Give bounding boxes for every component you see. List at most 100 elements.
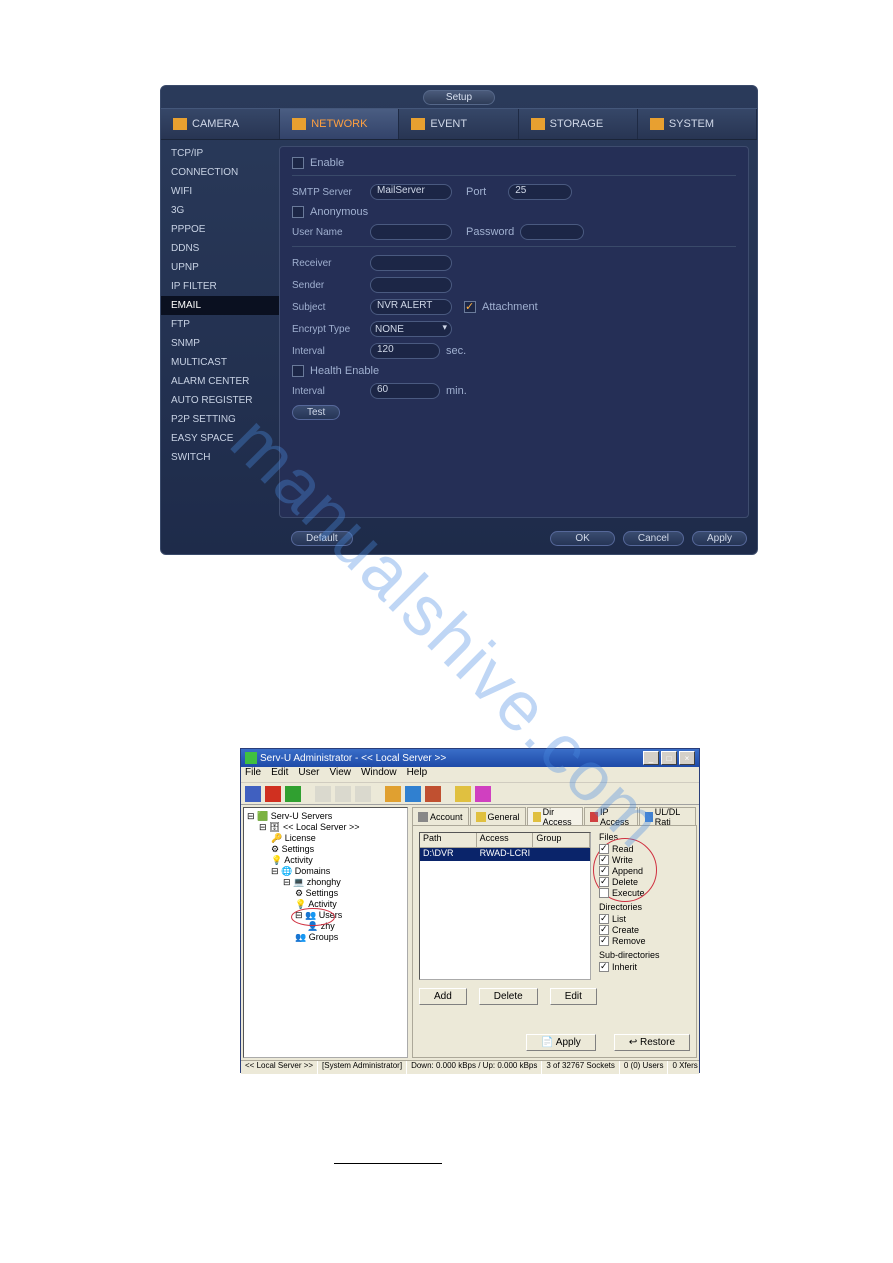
tab-diraccess[interactable]: Dir Access	[527, 807, 583, 825]
tab-camera-label: CAMERA	[192, 118, 239, 130]
tab-event[interactable]: EVENT	[399, 109, 518, 139]
tree-domain1[interactable]: ⊟ 💻 zhonghy	[247, 877, 404, 888]
sidebar-item-tcpip[interactable]: TCP/IP	[161, 144, 279, 163]
sidebar-item-ddns[interactable]: DDNS	[161, 239, 279, 258]
gear-icon[interactable]	[425, 786, 441, 802]
delete-icon[interactable]	[265, 786, 281, 802]
tree-d-settings[interactable]: ⚙ Settings	[247, 888, 404, 899]
delete-perm-checkbox[interactable]	[599, 877, 609, 887]
sidebar-item-multicast[interactable]: MULTICAST	[161, 353, 279, 372]
tree-root[interactable]: ⊟ 🟩 Serv-U Servers	[247, 811, 404, 822]
path-list[interactable]: Path Access Group D:\DVR RWAD-LCRI	[419, 832, 591, 980]
apply-button[interactable]: Apply	[692, 531, 747, 546]
tree-activity[interactable]: 💡 Activity	[247, 855, 404, 866]
encrypt-select[interactable]: NONE	[370, 321, 452, 337]
wizard-icon[interactable]	[385, 786, 401, 802]
sidebar-item-3g[interactable]: 3G	[161, 201, 279, 220]
health-checkbox[interactable]	[292, 365, 304, 377]
sidebar-item-connection[interactable]: CONNECTION	[161, 163, 279, 182]
refresh-icon[interactable]	[285, 786, 301, 802]
tree-groups[interactable]: 👥 Groups	[247, 932, 404, 943]
tree-license[interactable]: 🔑 License	[247, 833, 404, 844]
cut-icon[interactable]	[315, 786, 331, 802]
tab-uldl[interactable]: UL/DL Rati	[639, 807, 696, 825]
anonymous-checkbox[interactable]	[292, 206, 304, 218]
apply-button-servu[interactable]: 📄 Apply	[526, 1034, 596, 1051]
sidebar-item-upnp[interactable]: UPNP	[161, 258, 279, 277]
receiver-input[interactable]	[370, 255, 452, 271]
menu-edit[interactable]: Edit	[271, 767, 288, 782]
paste-icon[interactable]	[355, 786, 371, 802]
enable-checkbox[interactable]	[292, 157, 304, 169]
tree-users[interactable]: ⊟ 👥 Users	[247, 910, 404, 921]
username-input[interactable]	[370, 224, 452, 240]
edit-button[interactable]: Edit	[550, 988, 597, 1005]
save-icon[interactable]	[245, 786, 261, 802]
close-button[interactable]: ×	[679, 751, 695, 765]
tree-localserver[interactable]: ⊟ 🗄 << Local Server >>	[247, 822, 404, 833]
tab-general[interactable]: General	[470, 807, 526, 825]
add-button[interactable]: Add	[419, 988, 467, 1005]
list-row[interactable]: D:\DVR RWAD-LCRI	[420, 848, 590, 861]
list-checkbox[interactable]	[599, 914, 609, 924]
read-checkbox[interactable]	[599, 844, 609, 854]
tab-camera[interactable]: CAMERA	[161, 109, 280, 139]
sidebar-item-autoregister[interactable]: AUTO REGISTER	[161, 391, 279, 410]
minimize-button[interactable]: _	[643, 751, 659, 765]
tab-storage[interactable]: STORAGE	[519, 109, 638, 139]
col-path[interactable]: Path	[420, 833, 477, 847]
attachment-checkbox[interactable]	[464, 301, 476, 313]
sidebar-item-email[interactable]: EMAIL	[161, 296, 279, 315]
append-checkbox[interactable]	[599, 866, 609, 876]
ok-button[interactable]: OK	[550, 531, 614, 546]
tab-account[interactable]: Account	[412, 807, 469, 825]
servu-tree[interactable]: ⊟ 🟩 Serv-U Servers ⊟ 🗄 << Local Server >…	[243, 807, 408, 1058]
sidebar-item-pppoe[interactable]: PPPOE	[161, 220, 279, 239]
tree-user1[interactable]: 👤 zhy	[247, 921, 404, 932]
tree-settings[interactable]: ⚙ Settings	[247, 844, 404, 855]
smtp-server-input[interactable]: MailServer	[370, 184, 452, 200]
execute-checkbox[interactable]	[599, 888, 609, 898]
col-access[interactable]: Access	[477, 833, 534, 847]
info-icon[interactable]	[405, 786, 421, 802]
tree-domains[interactable]: ⊟ 🌐 Domains	[247, 866, 404, 877]
interval2-input[interactable]: 60	[370, 383, 440, 399]
inherit-checkbox[interactable]	[599, 962, 609, 972]
menu-file[interactable]: File	[245, 767, 261, 782]
tree-d-activity[interactable]: 💡 Activity	[247, 899, 404, 910]
create-checkbox[interactable]	[599, 925, 609, 935]
write-checkbox[interactable]	[599, 855, 609, 865]
menu-window[interactable]: Window	[361, 767, 397, 782]
interval1-input[interactable]: 120	[370, 343, 440, 359]
sidebar-item-p2p[interactable]: P2P SETTING	[161, 410, 279, 429]
cancel-button[interactable]: Cancel	[623, 531, 684, 546]
tab-network[interactable]: NETWORK	[280, 109, 399, 139]
status-speed: Down: 0.000 kBps / Up: 0.000 kBps	[407, 1061, 542, 1074]
sidebar-item-switch[interactable]: SWITCH	[161, 448, 279, 467]
subject-input[interactable]: NVR ALERT	[370, 299, 452, 315]
tab-ipaccess[interactable]: IP Access	[584, 807, 638, 825]
maximize-button[interactable]: □	[661, 751, 677, 765]
restore-button[interactable]: ↩ Restore	[614, 1034, 690, 1051]
password-input[interactable]	[520, 224, 584, 240]
remove-checkbox[interactable]	[599, 936, 609, 946]
menu-help[interactable]: Help	[407, 767, 428, 782]
menu-view[interactable]: View	[329, 767, 351, 782]
sidebar-item-easyspace[interactable]: EASY SPACE	[161, 429, 279, 448]
help-icon[interactable]	[475, 786, 491, 802]
sidebar-item-ipfilter[interactable]: IP FILTER	[161, 277, 279, 296]
port-input[interactable]: 25	[508, 184, 572, 200]
test-button[interactable]: Test	[292, 405, 340, 420]
sidebar-item-ftp[interactable]: FTP	[161, 315, 279, 334]
sidebar-item-alarmcenter[interactable]: ALARM CENTER	[161, 372, 279, 391]
sender-input[interactable]	[370, 277, 452, 293]
delete-button[interactable]: Delete	[479, 988, 538, 1005]
sidebar-item-wifi[interactable]: WIFI	[161, 182, 279, 201]
key-icon[interactable]	[455, 786, 471, 802]
col-group[interactable]: Group	[533, 833, 590, 847]
sidebar-item-snmp[interactable]: SNMP	[161, 334, 279, 353]
menu-user[interactable]: User	[298, 767, 319, 782]
default-button[interactable]: Default	[291, 531, 353, 546]
copy-icon[interactable]	[335, 786, 351, 802]
tab-system[interactable]: SYSTEM	[638, 109, 757, 139]
